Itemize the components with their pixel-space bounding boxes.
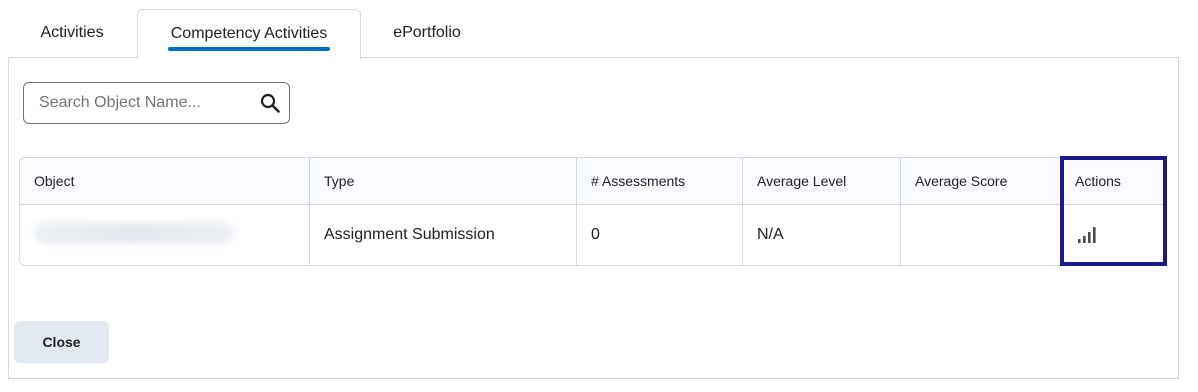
competency-activities-table: Object Type # Assessments Average Level … <box>19 157 1166 266</box>
table-row: Assignment Submission 0 N/A <box>20 205 1165 265</box>
cell-average-score <box>901 205 1061 265</box>
cell-type: Assignment Submission <box>310 205 577 265</box>
tab-eportfolio-label: ePortfolio <box>393 24 461 41</box>
column-header-average-score[interactable]: Average Score <box>901 158 1061 205</box>
tab-eportfolio[interactable]: ePortfolio <box>362 9 492 58</box>
column-header-assessments[interactable]: # Assessments <box>577 158 743 205</box>
search-box <box>23 82 290 124</box>
tab-selected-indicator <box>168 47 330 51</box>
search-icon[interactable] <box>259 92 281 114</box>
cell-actions <box>1061 205 1165 265</box>
column-header-type[interactable]: Type <box>310 158 577 205</box>
tab-activities[interactable]: Activities <box>8 9 136 58</box>
column-header-average-level[interactable]: Average Level <box>743 158 901 205</box>
table-header-row: Object Type # Assessments Average Level … <box>20 158 1165 205</box>
tab-competency-activities[interactable]: Competency Activities <box>137 9 361 59</box>
column-header-actions: Actions <box>1061 158 1165 205</box>
tab-competency-activities-label: Competency Activities <box>170 25 328 42</box>
close-button[interactable]: Close <box>14 321 109 363</box>
column-header-object[interactable]: Object <box>20 158 310 205</box>
tab-bar: Activities Competency Activities ePortfo… <box>0 0 1198 59</box>
redacted-object-name <box>34 221 234 244</box>
cell-average-level: N/A <box>743 205 901 265</box>
cell-assessments: 0 <box>577 205 743 265</box>
tab-activities-label: Activities <box>40 24 104 41</box>
search-input[interactable] <box>25 84 253 122</box>
bar-chart-icon[interactable] <box>1075 223 1099 247</box>
cell-object <box>20 205 310 265</box>
